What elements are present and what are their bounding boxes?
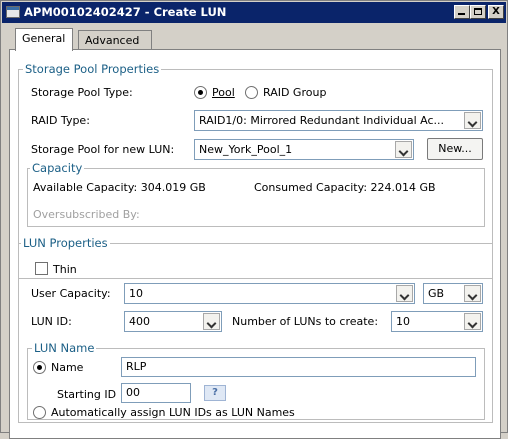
- lun-id-label: LUN ID:: [31, 315, 72, 328]
- number-of-luns-label: Number of LUNs to create:: [232, 315, 379, 328]
- chevron-down-icon[interactable]: [396, 285, 413, 302]
- raid-group-radio[interactable]: [245, 86, 258, 99]
- user-capacity-label: User Capacity:: [31, 287, 111, 300]
- lun-name-input[interactable]: RLP: [121, 357, 476, 377]
- maximize-button[interactable]: [470, 5, 486, 19]
- pool-radio[interactable]: [194, 86, 207, 99]
- available-capacity: Available Capacity: 304.019 GB: [33, 181, 206, 194]
- capacity-legend: Capacity: [30, 161, 85, 175]
- lun-id-select[interactable]: 400: [124, 311, 222, 332]
- tab-general-label: General: [22, 32, 66, 45]
- auto-assign-radio[interactable]: [33, 406, 46, 419]
- pool-radio-label[interactable]: Pool: [212, 86, 235, 99]
- tab-general[interactable]: General: [15, 28, 73, 51]
- lun-name-legend: LUN Name: [32, 341, 97, 355]
- window-app-icon: [6, 6, 20, 18]
- minimize-button[interactable]: [454, 5, 470, 19]
- thin-checkbox[interactable]: [35, 262, 48, 275]
- oversubscribed-by: Oversubscribed By:: [33, 208, 140, 221]
- lun-properties-group: LUN Properties Thin User Capacity: 10 GB…: [18, 236, 493, 423]
- storage-pool-select[interactable]: New_York_Pool_1: [194, 139, 414, 160]
- lun-id-value: 400: [129, 315, 150, 328]
- name-radio[interactable]: [33, 361, 46, 374]
- user-capacity-input[interactable]: 10: [124, 283, 415, 304]
- capacity-unit-select[interactable]: GB: [423, 283, 483, 304]
- window-title: APM00102402427 - Create LUN: [24, 5, 227, 19]
- raid-type-value: RAID1/0: Mirrored Redundant Individual A…: [199, 114, 445, 127]
- user-capacity-value: 10: [129, 287, 143, 300]
- number-of-luns-value: 10: [396, 315, 410, 328]
- capacity-unit-value: GB: [428, 287, 445, 300]
- chevron-down-icon[interactable]: [464, 285, 481, 302]
- chevron-down-icon[interactable]: [464, 313, 481, 330]
- tab-advanced-label: Advanced: [85, 34, 140, 47]
- help-icon[interactable]: ?: [204, 385, 226, 401]
- storage-pool-value: New_York_Pool_1: [199, 143, 293, 156]
- chevron-down-icon[interactable]: [464, 112, 481, 129]
- create-lun-dialog: APM00102402427 - Create LUN X General Ad…: [0, 0, 508, 439]
- storage-pool-for-new-lun-label: Storage Pool for new LUN:: [31, 143, 175, 156]
- chevron-down-icon[interactable]: [395, 141, 412, 158]
- auto-assign-radio-label[interactable]: Automatically assign LUN IDs as LUN Name…: [51, 406, 295, 419]
- storage-pool-properties-legend: Storage Pool Properties: [23, 62, 162, 76]
- title-bar[interactable]: APM00102402427 - Create LUN X: [2, 2, 506, 23]
- close-button[interactable]: X: [488, 5, 504, 19]
- raid-group-radio-label[interactable]: RAID Group: [263, 86, 326, 99]
- starting-id-label: Starting ID: [57, 388, 117, 401]
- lun-properties-legend: LUN Properties: [21, 236, 110, 250]
- lun-name-group: LUN Name Name RLP Starting ID 00 ? Autom…: [27, 341, 485, 420]
- raid-type-select[interactable]: RAID1/0: Mirrored Redundant Individual A…: [194, 110, 483, 131]
- starting-id-value: 00: [126, 386, 140, 399]
- name-radio-label[interactable]: Name: [51, 361, 83, 374]
- new-pool-button-label: New...: [438, 142, 472, 155]
- number-of-luns-select[interactable]: 10: [391, 311, 483, 332]
- general-tab-panel: Storage Pool Properties Storage Pool Typ…: [9, 49, 501, 439]
- thin-label[interactable]: Thin: [53, 263, 77, 276]
- new-pool-button[interactable]: New...: [427, 138, 483, 160]
- tab-advanced[interactable]: Advanced: [78, 30, 152, 51]
- consumed-capacity: Consumed Capacity: 224.014 GB: [254, 181, 436, 194]
- starting-id-input[interactable]: 00: [121, 383, 191, 403]
- storage-pool-type-label: Storage Pool Type:: [31, 86, 133, 99]
- raid-type-label: RAID Type:: [31, 114, 90, 127]
- capacity-group: Capacity Available Capacity: 304.019 GB …: [27, 161, 485, 227]
- chevron-down-icon[interactable]: [203, 313, 220, 330]
- lun-name-value: RLP: [126, 360, 147, 373]
